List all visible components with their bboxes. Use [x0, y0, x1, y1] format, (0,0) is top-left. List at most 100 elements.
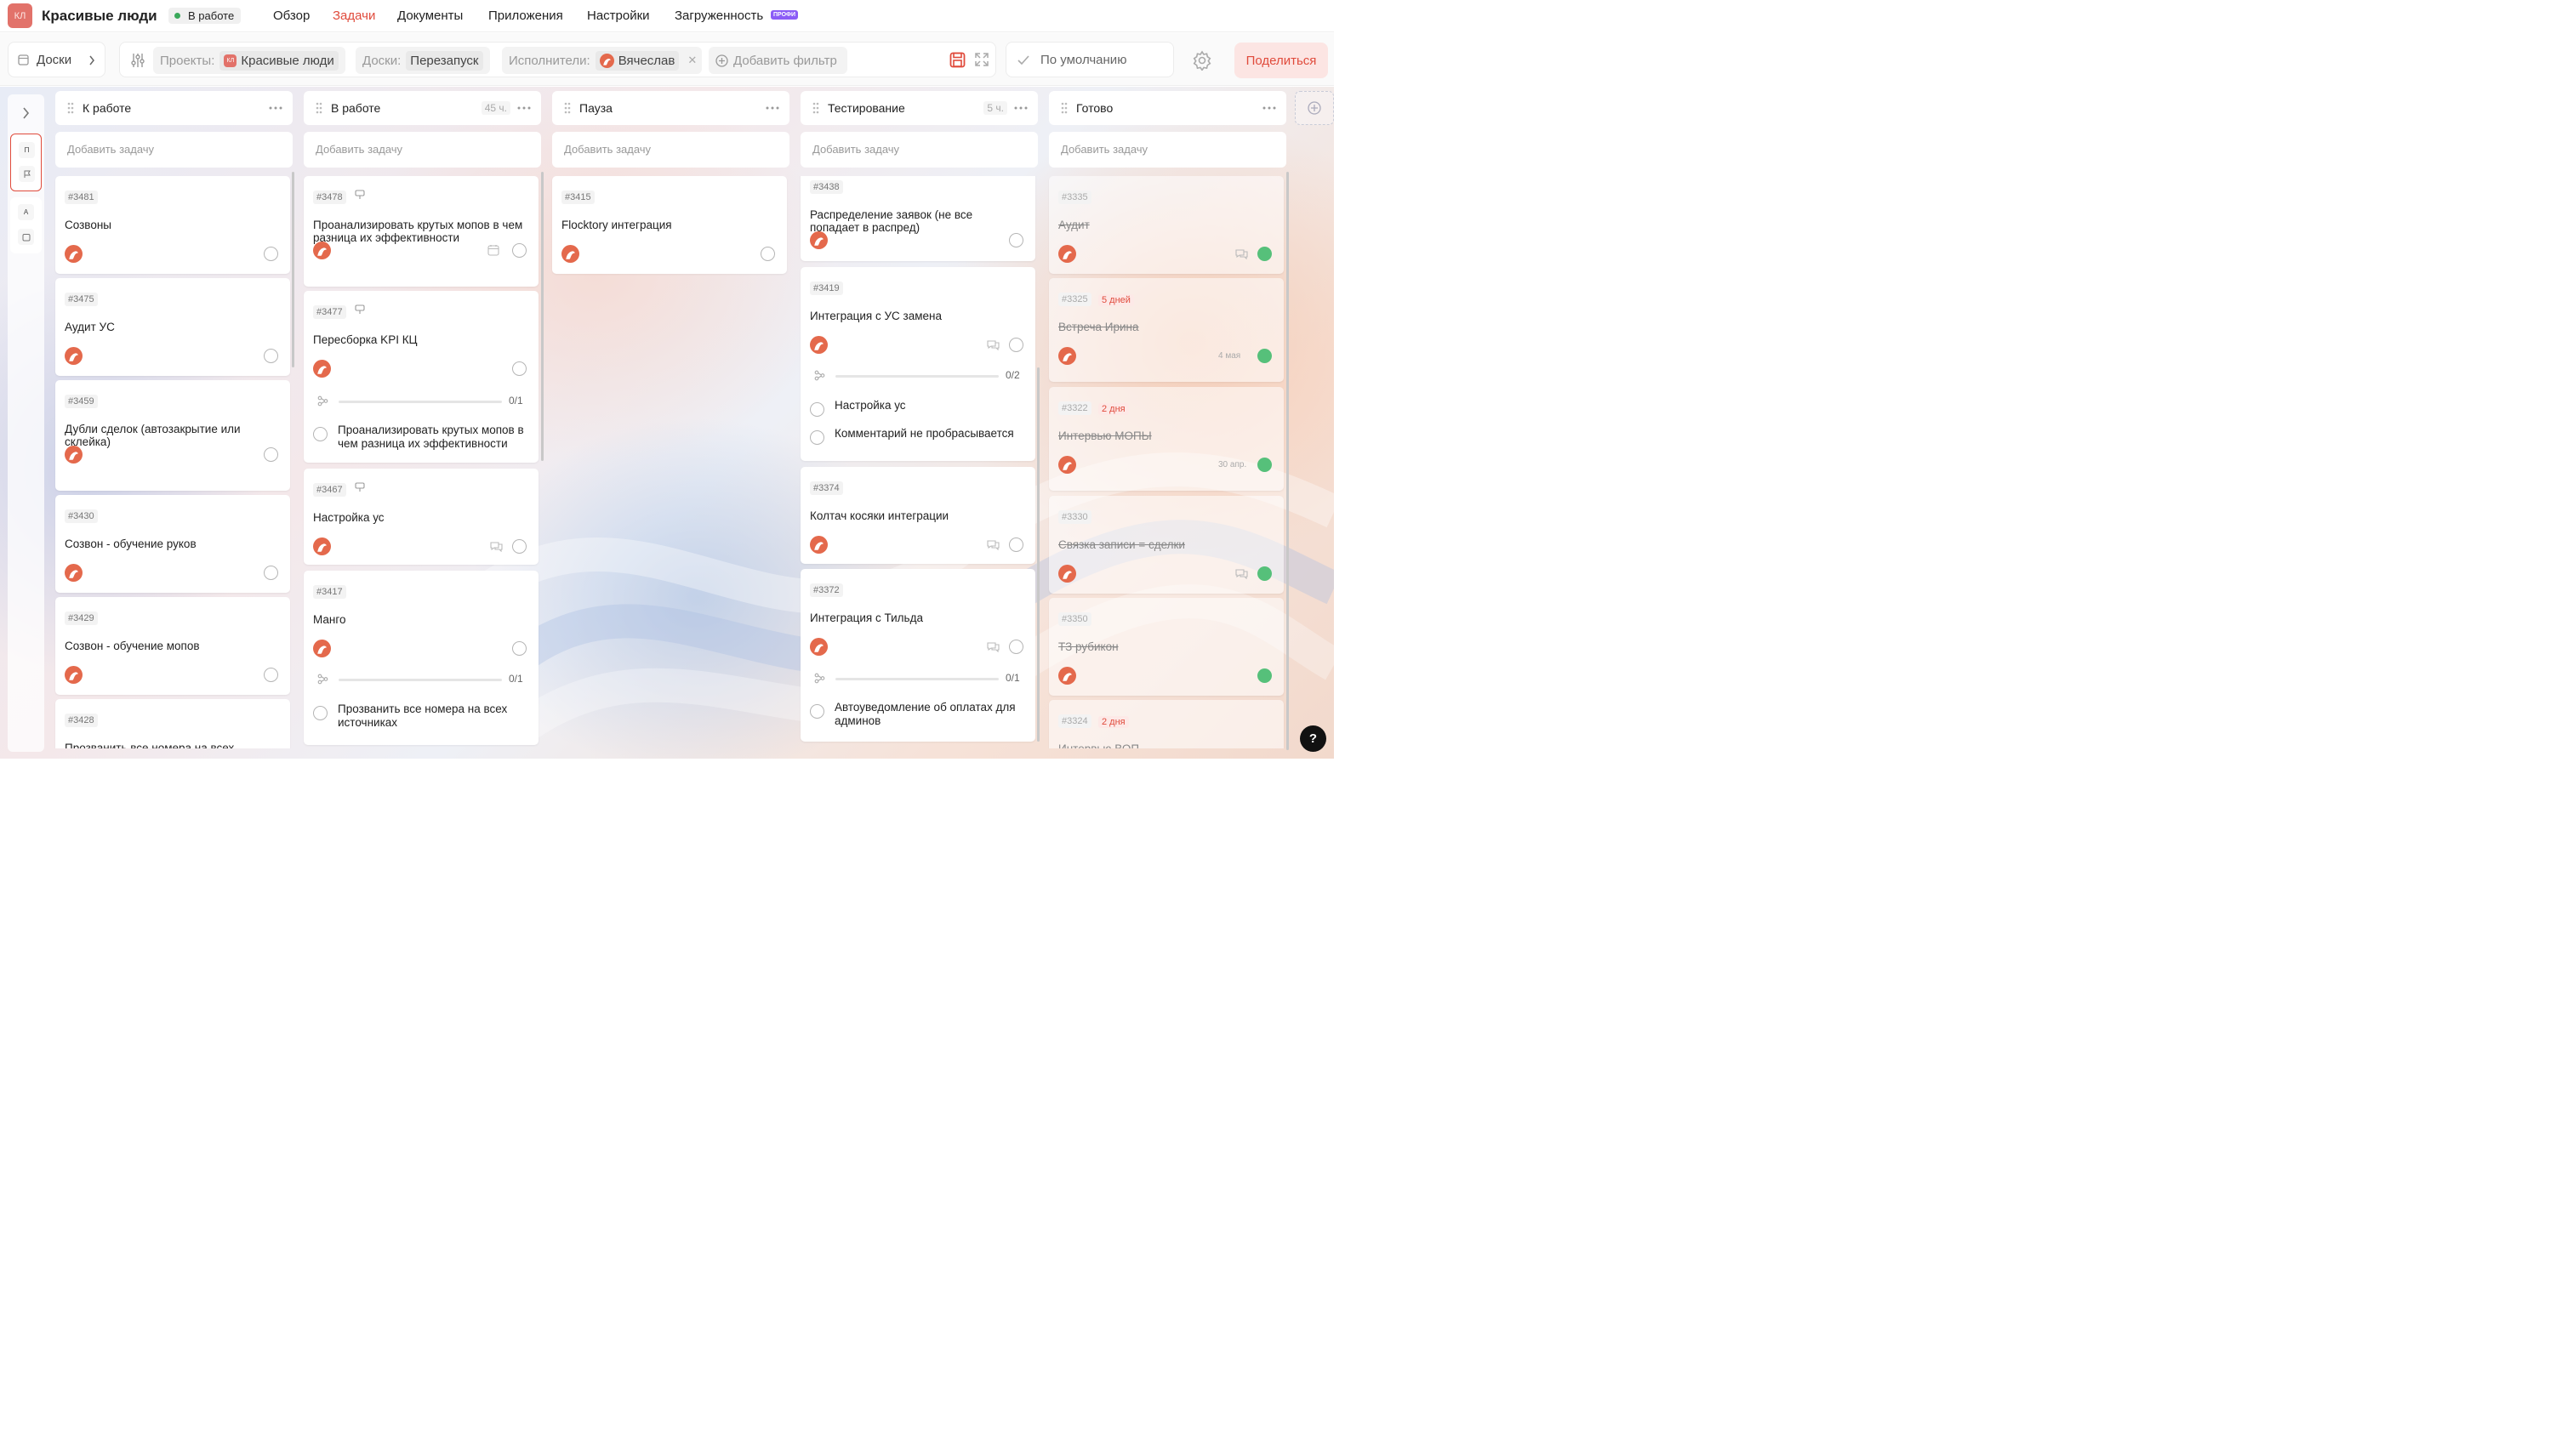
complete-checkbox[interactable] [1009, 233, 1023, 247]
nav-settings[interactable]: Настройки [587, 9, 650, 23]
task-card[interactable]: #3415 Flocktory интеграция [552, 176, 787, 274]
subtask-checkbox[interactable] [810, 704, 824, 719]
column-scrollbar[interactable] [541, 172, 544, 461]
more-icon[interactable] [766, 106, 779, 110]
subtask-item[interactable]: Комментарий не пробрасывается [810, 427, 1027, 445]
done-check-icon[interactable] [1257, 247, 1272, 261]
complete-checkbox[interactable] [264, 668, 278, 682]
subtask-item[interactable]: Настройка ус [810, 399, 1027, 417]
add-task-input[interactable]: Добавить задачу [55, 132, 293, 168]
column-scrollbar[interactable] [1037, 367, 1040, 742]
complete-checkbox[interactable] [264, 247, 278, 261]
column-header-4[interactable]: Готово [1049, 91, 1286, 125]
complete-checkbox[interactable] [761, 247, 775, 261]
boards-selector[interactable]: Доски [8, 42, 105, 77]
add-task-input[interactable]: Добавить задачу [1049, 132, 1286, 168]
complete-checkbox[interactable] [264, 566, 278, 580]
task-card[interactable]: #3478 Проанализировать крутых мопов в чем… [304, 176, 539, 287]
share-button[interactable]: Поделиться [1234, 43, 1328, 78]
drag-handle-icon[interactable] [564, 102, 571, 114]
column-scrollbar[interactable] [1286, 172, 1289, 750]
drag-handle-icon[interactable] [316, 102, 322, 114]
done-check-icon[interactable] [1257, 668, 1272, 683]
filter-sliders-icon[interactable] [129, 52, 146, 69]
drag-handle-icon[interactable] [67, 102, 74, 114]
add-task-input[interactable]: Добавить задачу [552, 132, 789, 168]
gear-icon[interactable] [1192, 50, 1212, 71]
add-filter-button[interactable]: Добавить фильтр [709, 47, 847, 74]
task-card[interactable]: #3428 Прозванить все номера на всех [55, 699, 290, 748]
complete-checkbox[interactable] [512, 243, 527, 258]
task-card[interactable]: #3417 Манго 0/1 Прозванить все номера на вс… [304, 571, 539, 745]
subtask-checkbox[interactable] [810, 430, 824, 445]
task-card[interactable]: #3374 Колтач косяки интеграции [801, 467, 1035, 564]
subtask-checkbox[interactable] [810, 402, 824, 417]
done-check-icon[interactable] [1257, 566, 1272, 581]
add-column-button[interactable] [1295, 91, 1334, 125]
add-task-input[interactable]: Добавить задачу [801, 132, 1038, 168]
drag-handle-icon[interactable] [812, 102, 819, 114]
subtask-item[interactable]: Автоуведомление об оплатах для админов [810, 701, 1027, 728]
subtask-checkbox[interactable] [313, 427, 328, 441]
project-logo[interactable]: КЛ [8, 3, 32, 28]
save-filter-icon[interactable] [949, 52, 966, 68]
nav-workload[interactable]: Загруженность [675, 9, 763, 23]
clear-assignee-icon[interactable]: ✕ [687, 54, 697, 67]
complete-checkbox[interactable] [1009, 640, 1023, 654]
boards-filter-chip[interactable]: Доски: Перезапуск [356, 47, 490, 74]
task-card[interactable]: #3324 2 дня Интервью ВОП [1049, 700, 1284, 748]
task-card[interactable]: #3325 5 дней Встреча Ирина 4 мая [1049, 278, 1284, 382]
nav-overview[interactable]: Обзор [273, 9, 310, 23]
column-scrollbar[interactable] [292, 172, 294, 367]
flag-icon[interactable] [19, 166, 35, 182]
expand-icon[interactable] [974, 52, 989, 67]
complete-checkbox[interactable] [264, 447, 278, 462]
complete-checkbox[interactable] [512, 641, 527, 656]
projects-filter-chip[interactable]: Проекты: КЛ Красивые люди [153, 47, 345, 74]
done-check-icon[interactable] [1257, 349, 1272, 363]
preset-selector[interactable]: По умолчанию [1006, 42, 1174, 77]
subtask-item[interactable]: Проанализировать крутых мопов в чем разн… [313, 424, 530, 451]
add-task-input[interactable]: Добавить задачу [304, 132, 541, 168]
drag-handle-icon[interactable] [1061, 102, 1068, 114]
sidebar-group-2[interactable]: А [10, 197, 42, 253]
sidebar-toggle[interactable] [8, 94, 44, 132]
task-card[interactable]: #3350 ТЗ рубикон [1049, 598, 1284, 696]
nav-tasks[interactable]: Задачи [333, 9, 375, 23]
task-card[interactable]: #3419 Интеграция с УС замена 0/2 Настройка … [801, 267, 1035, 461]
task-card[interactable]: #3372 Интеграция с Тильда 0/1 Автоуведомлен… [801, 569, 1035, 742]
column-header-2[interactable]: Пауза [552, 91, 789, 125]
assignees-filter-chip[interactable]: Исполнители: Вячеслав ✕ [502, 47, 702, 74]
more-icon[interactable] [517, 106, 531, 110]
complete-checkbox[interactable] [1009, 537, 1023, 552]
complete-checkbox[interactable] [1009, 338, 1023, 352]
help-button[interactable]: ? [1300, 725, 1326, 752]
done-check-icon[interactable] [1257, 458, 1272, 472]
task-card[interactable]: #3481 Созвоны [55, 176, 290, 274]
complete-checkbox[interactable] [512, 361, 527, 376]
complete-checkbox[interactable] [512, 539, 527, 554]
more-icon[interactable] [269, 106, 282, 110]
task-card[interactable]: #3467 Настройка ус [304, 469, 539, 565]
sidebar-group-1[interactable]: П [10, 134, 42, 191]
status-badge[interactable]: В работе [168, 8, 242, 24]
subtask-checkbox[interactable] [313, 706, 328, 720]
calendar-icon[interactable] [487, 244, 499, 256]
calendar-small-icon[interactable] [18, 229, 34, 245]
subtask-item[interactable]: Прозванить все номера на всех источниках [313, 702, 530, 730]
task-card[interactable]: #3330 Связка записи = сделки [1049, 496, 1284, 594]
task-card[interactable]: #3477 Пересборка KPI КЦ 0/1 Проанализироват… [304, 291, 539, 463]
task-card[interactable]: #3335 Аудит [1049, 176, 1284, 274]
more-icon[interactable] [1262, 106, 1276, 110]
task-card[interactable]: #3459 Дубли сделок (автозакрытие или скле… [55, 380, 290, 491]
task-card[interactable]: #3475 Аудит УС [55, 278, 290, 376]
column-header-0[interactable]: К работе [55, 91, 293, 125]
column-header-1[interactable]: В работе 45 ч. [304, 91, 541, 125]
task-card[interactable]: #3322 2 дня Интервью МОПЫ 30 апр. [1049, 387, 1284, 491]
more-icon[interactable] [1014, 106, 1028, 110]
task-card[interactable]: #3438 Распределение заявок (не все попада… [801, 176, 1035, 261]
column-header-3[interactable]: Тестирование 5 ч. [801, 91, 1038, 125]
task-card[interactable]: #3429 Созвон - обучение мопов [55, 597, 290, 695]
nav-apps[interactable]: Приложения [488, 9, 563, 23]
complete-checkbox[interactable] [264, 349, 278, 363]
